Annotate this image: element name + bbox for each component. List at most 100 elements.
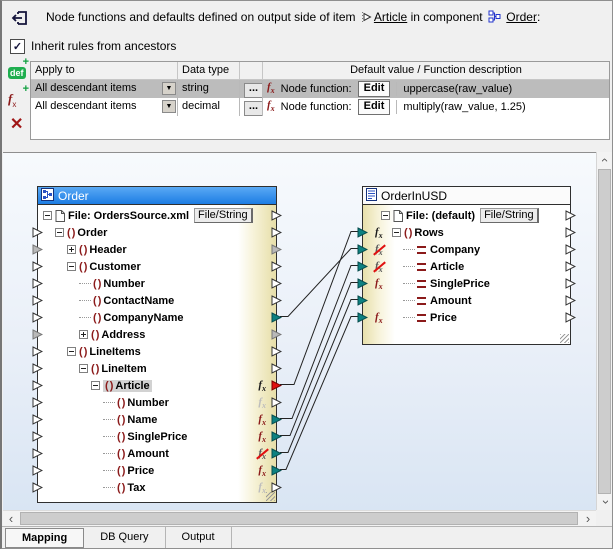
output-connector[interactable] xyxy=(271,465,282,476)
tree-node-amount[interactable]: Amount xyxy=(363,292,570,309)
output-connector[interactable] xyxy=(271,227,282,238)
scroll-left-arrow[interactable]: ‹ xyxy=(3,511,19,527)
input-connector[interactable] xyxy=(32,227,43,238)
tree-node-amount[interactable]: ( )Amountfx xyxy=(38,445,276,462)
delete-rule-button[interactable]: ✕ xyxy=(8,117,30,135)
node-function-icon[interactable]: fx xyxy=(375,244,383,258)
tree-node-singleprice[interactable]: SinglePricefx xyxy=(363,275,570,292)
expander-icon[interactable] xyxy=(67,245,76,254)
output-connector[interactable] xyxy=(271,329,282,340)
dropdown-arrow-icon[interactable]: ▼ xyxy=(162,100,176,113)
tree-node-price[interactable]: Pricefx xyxy=(363,309,570,326)
component-order[interactable]: Order File: OrdersSource.xmlFile/String(… xyxy=(37,186,277,503)
input-connector[interactable] xyxy=(32,414,43,425)
scroll-right-arrow[interactable]: › xyxy=(580,511,596,527)
node-function-icon[interactable]: fx xyxy=(375,278,383,292)
tab-db-query[interactable]: DB Query xyxy=(84,527,165,549)
output-connector[interactable] xyxy=(271,295,282,306)
input-connector[interactable] xyxy=(357,244,368,255)
output-connector[interactable] xyxy=(565,210,576,221)
node-function-icon[interactable]: fx xyxy=(375,312,383,326)
expander-icon[interactable] xyxy=(67,262,76,271)
node-function-icon[interactable]: fx xyxy=(258,482,266,496)
file-string-button[interactable]: File/String xyxy=(480,208,539,223)
add-default-rule-button[interactable]: def+ xyxy=(8,63,28,81)
rule-row-1[interactable]: All descendant items▼ string ... fx Node… xyxy=(31,80,609,98)
node-function-icon[interactable]: fx xyxy=(258,465,266,479)
tree-node-customer[interactable]: ( )Customer xyxy=(38,258,276,275)
tree-node-price[interactable]: ( )Pricefx xyxy=(38,462,276,479)
output-connector[interactable] xyxy=(271,482,282,493)
edit-button[interactable]: Edit xyxy=(358,99,391,115)
output-connector[interactable] xyxy=(271,380,282,391)
expander-icon[interactable] xyxy=(79,330,88,339)
tab-mapping[interactable]: Mapping xyxy=(5,528,84,548)
node-function-icon[interactable]: fx xyxy=(258,397,266,411)
tree-node-order[interactable]: ( )Order xyxy=(38,224,276,241)
input-connector[interactable] xyxy=(357,227,368,238)
edit-button[interactable]: Edit xyxy=(358,81,391,97)
node-function-icon[interactable]: fx xyxy=(258,448,266,462)
tree-node-header[interactable]: ( )Header xyxy=(38,241,276,258)
expander-icon[interactable] xyxy=(43,211,52,220)
expander-icon[interactable] xyxy=(67,347,76,356)
output-connector[interactable] xyxy=(271,414,282,425)
output-connector[interactable] xyxy=(271,278,282,289)
input-connector[interactable] xyxy=(32,295,43,306)
input-connector[interactable] xyxy=(32,380,43,391)
expander-icon[interactable] xyxy=(91,381,100,390)
rule-row-2[interactable]: All descendant items▼ decimal ... fx Nod… xyxy=(31,98,609,116)
tree-node-number[interactable]: ( )Numberfx xyxy=(38,394,276,411)
output-connector[interactable] xyxy=(271,346,282,357)
output-connector[interactable] xyxy=(271,448,282,459)
tree-node-file-orderssource-xml[interactable]: File: OrdersSource.xmlFile/String xyxy=(38,207,276,224)
component-orderinusd[interactable]: OrderInUSD File: (default)File/String( )… xyxy=(362,186,571,345)
input-connector[interactable] xyxy=(357,295,368,306)
tree-node-singleprice[interactable]: ( )SinglePricefx xyxy=(38,428,276,445)
input-connector[interactable] xyxy=(357,312,368,323)
expander-icon[interactable] xyxy=(55,228,64,237)
output-connector[interactable] xyxy=(271,363,282,374)
input-connector[interactable] xyxy=(32,312,43,323)
output-connector[interactable] xyxy=(271,312,282,323)
tree-node-number[interactable]: ( )Number xyxy=(38,275,276,292)
node-function-icon[interactable]: fx xyxy=(258,380,266,394)
output-connector[interactable] xyxy=(565,227,576,238)
input-connector[interactable] xyxy=(32,448,43,459)
input-connector[interactable] xyxy=(32,482,43,493)
output-connector[interactable] xyxy=(271,244,282,255)
input-connector[interactable] xyxy=(32,346,43,357)
node-function-icon[interactable]: fx xyxy=(375,227,383,241)
scroll-up-arrow[interactable]: ‹ xyxy=(597,152,613,168)
output-connector[interactable] xyxy=(271,431,282,442)
input-connector[interactable] xyxy=(32,278,43,289)
node-function-icon[interactable]: fx xyxy=(375,261,383,275)
input-connector[interactable] xyxy=(357,261,368,272)
browse-button[interactable]: ... xyxy=(244,83,263,98)
output-connector[interactable] xyxy=(565,312,576,323)
tree-node-company[interactable]: Companyfx xyxy=(363,241,570,258)
output-connector[interactable] xyxy=(565,261,576,272)
input-connector[interactable] xyxy=(32,261,43,272)
component-link[interactable]: Order xyxy=(506,10,537,24)
output-connector[interactable] xyxy=(565,244,576,255)
exit-icon[interactable] xyxy=(10,8,30,28)
component-order-header[interactable]: Order xyxy=(38,187,276,205)
item-link[interactable]: Article xyxy=(374,10,407,24)
output-connector[interactable] xyxy=(271,261,282,272)
tree-node-file-default-[interactable]: File: (default)File/String xyxy=(363,207,570,224)
tree-node-article[interactable]: ( )Articlefx xyxy=(38,377,276,394)
expander-icon[interactable] xyxy=(79,364,88,373)
output-connector[interactable] xyxy=(271,210,282,221)
vertical-scrollbar[interactable]: ‹ ‹ xyxy=(596,152,612,510)
node-function-icon[interactable]: fx xyxy=(258,431,266,445)
output-connector[interactable] xyxy=(271,397,282,408)
component-orderinusd-header[interactable]: OrderInUSD xyxy=(363,187,570,205)
input-connector[interactable] xyxy=(32,397,43,408)
vertical-scroll-thumb[interactable] xyxy=(598,169,611,494)
add-function-rule-button[interactable]: fx+ xyxy=(8,90,28,108)
tree-node-lineitem[interactable]: ( )LineItem xyxy=(38,360,276,377)
file-string-button[interactable]: File/String xyxy=(194,208,253,223)
inherit-rules-checkbox[interactable]: ✓ xyxy=(10,39,25,54)
input-connector[interactable] xyxy=(32,244,43,255)
